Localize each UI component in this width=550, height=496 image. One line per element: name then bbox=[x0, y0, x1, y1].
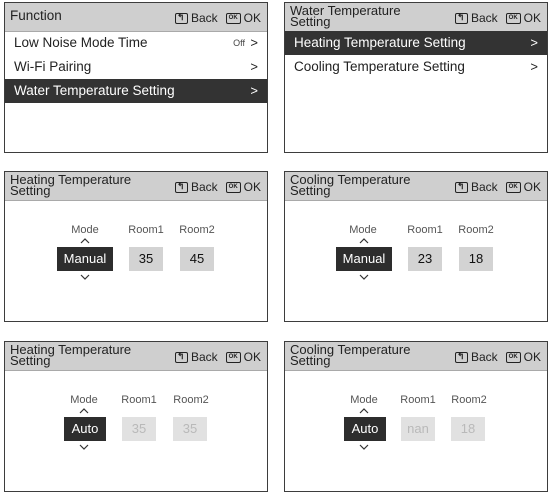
heating-manual-screen: Heating Temperature Setting ↰ Back OK OK… bbox=[4, 171, 268, 322]
room2-label: Room2 bbox=[179, 224, 215, 236]
mode-value[interactable]: Auto bbox=[344, 417, 386, 441]
softkeys: ↰ Back OK OK bbox=[454, 350, 541, 364]
menu-item-label: Low Noise Mode Time bbox=[14, 35, 148, 50]
cooling-auto-screen: Cooling Temperature Setting ↰ Back OK OK… bbox=[284, 341, 548, 492]
menu-item-cooling-temperature-setting[interactable]: Cooling Temperature Setting > bbox=[285, 55, 547, 79]
room1-value: 35 bbox=[122, 417, 156, 441]
room2-label: Room2 bbox=[451, 394, 487, 406]
menu-item-label: Water Temperature Setting bbox=[14, 83, 175, 98]
back-icon[interactable]: ↰ bbox=[174, 351, 188, 363]
cooling-manual-header: Cooling Temperature Setting ↰ Back OK OK bbox=[285, 172, 547, 201]
back-icon[interactable]: ↰ bbox=[454, 351, 468, 363]
menu-item-water-temperature-setting[interactable]: Water Temperature Setting > bbox=[5, 79, 267, 103]
room2-label: Room2 bbox=[173, 394, 209, 406]
softkeys: ↰ Back OK OK bbox=[454, 180, 541, 194]
chevron-right-icon: > bbox=[250, 35, 258, 50]
back-label[interactable]: Back bbox=[191, 180, 218, 194]
back-icon[interactable]: ↰ bbox=[454, 12, 468, 24]
chevron-down-icon[interactable] bbox=[79, 443, 89, 451]
back-icon[interactable]: ↰ bbox=[174, 12, 188, 24]
water-temp-header: Water Temperature Setting ↰ Back OK OK bbox=[285, 3, 547, 32]
mode-label: Mode bbox=[349, 224, 377, 236]
room2-value[interactable]: 18 bbox=[459, 247, 493, 271]
back-label[interactable]: Back bbox=[471, 350, 498, 364]
back-label[interactable]: Back bbox=[471, 180, 498, 194]
menu-item-value: Off bbox=[233, 38, 245, 48]
room2-label: Room2 bbox=[458, 224, 494, 236]
mode-label: Mode bbox=[70, 394, 98, 406]
back-icon[interactable]: ↰ bbox=[454, 181, 468, 193]
room1-value[interactable]: 23 bbox=[408, 247, 442, 271]
ok-icon[interactable]: OK bbox=[225, 12, 241, 24]
room1-label: Room1 bbox=[121, 394, 157, 406]
ok-icon[interactable]: OK bbox=[505, 12, 521, 24]
water-temp-title: Water Temperature Setting bbox=[290, 3, 401, 29]
room1-value: nan bbox=[401, 417, 435, 441]
softkeys: ↰ Back OK OK bbox=[174, 11, 261, 25]
water-temp-screen: Water Temperature Setting ↰ Back OK OK H… bbox=[284, 2, 548, 153]
room2-value[interactable]: 45 bbox=[180, 247, 214, 271]
menu-item-label: Heating Temperature Setting bbox=[294, 35, 466, 50]
heating-auto-screen: Heating Temperature Setting ↰ Back OK OK… bbox=[4, 341, 268, 492]
cooling-manual-title: Cooling Temperature Setting bbox=[290, 172, 411, 198]
back-label[interactable]: Back bbox=[471, 11, 498, 25]
ok-icon[interactable]: OK bbox=[505, 181, 521, 193]
menu-item-low-noise-mode-time[interactable]: Low Noise Mode Time Off > bbox=[5, 31, 267, 55]
softkeys: ↰ Back OK OK bbox=[174, 350, 261, 364]
chevron-up-icon[interactable] bbox=[80, 237, 90, 245]
cooling-auto-title: Cooling Temperature Setting bbox=[290, 342, 411, 368]
ok-label[interactable]: OK bbox=[244, 350, 261, 364]
mode-label: Mode bbox=[350, 394, 378, 406]
chevron-down-icon[interactable] bbox=[80, 273, 90, 281]
mode-value[interactable]: Auto bbox=[64, 417, 106, 441]
heating-manual-header: Heating Temperature Setting ↰ Back OK OK bbox=[5, 172, 267, 201]
heating-manual-title: Heating Temperature Setting bbox=[10, 172, 132, 198]
softkeys: ↰ Back OK OK bbox=[454, 11, 541, 25]
cooling-manual-screen: Cooling Temperature Setting ↰ Back OK OK… bbox=[284, 171, 548, 322]
function-screen: Function ↰ Back OK OK Low Noise Mode Tim… bbox=[4, 2, 268, 153]
mode-value[interactable]: Manual bbox=[336, 247, 392, 271]
ok-label[interactable]: OK bbox=[524, 180, 541, 194]
ok-label[interactable]: OK bbox=[524, 11, 541, 25]
chevron-up-icon[interactable] bbox=[79, 407, 89, 415]
menu-item-heating-temperature-setting[interactable]: Heating Temperature Setting > bbox=[285, 31, 547, 55]
menu-item-label: Cooling Temperature Setting bbox=[294, 59, 465, 74]
chevron-right-icon: > bbox=[250, 59, 258, 74]
mode-label: Mode bbox=[71, 224, 99, 236]
back-icon[interactable]: ↰ bbox=[174, 181, 188, 193]
chevron-right-icon: > bbox=[250, 83, 258, 98]
mode-value[interactable]: Manual bbox=[57, 247, 113, 271]
ok-icon[interactable]: OK bbox=[225, 181, 241, 193]
function-title: Function bbox=[10, 8, 62, 23]
back-label[interactable]: Back bbox=[191, 350, 218, 364]
ok-label[interactable]: OK bbox=[244, 11, 261, 25]
chevron-down-icon[interactable] bbox=[359, 273, 369, 281]
function-header: Function ↰ Back OK OK bbox=[5, 3, 267, 32]
ok-icon[interactable]: OK bbox=[505, 351, 521, 363]
softkeys: ↰ Back OK OK bbox=[174, 180, 261, 194]
ok-label[interactable]: OK bbox=[244, 180, 261, 194]
ok-icon[interactable]: OK bbox=[225, 351, 241, 363]
heating-auto-header: Heating Temperature Setting ↰ Back OK OK bbox=[5, 342, 267, 371]
menu-item-label: Wi-Fi Pairing bbox=[14, 59, 92, 74]
ok-label[interactable]: OK bbox=[524, 350, 541, 364]
room1-value[interactable]: 35 bbox=[129, 247, 163, 271]
chevron-up-icon[interactable] bbox=[359, 237, 369, 245]
chevron-up-icon[interactable] bbox=[359, 407, 369, 415]
room2-value: 35 bbox=[173, 417, 207, 441]
chevron-right-icon: > bbox=[530, 35, 538, 50]
chevron-right-icon: > bbox=[530, 59, 538, 74]
chevron-down-icon[interactable] bbox=[359, 443, 369, 451]
heating-auto-title: Heating Temperature Setting bbox=[10, 342, 132, 368]
room2-value: 18 bbox=[451, 417, 485, 441]
cooling-auto-header: Cooling Temperature Setting ↰ Back OK OK bbox=[285, 342, 547, 371]
back-label[interactable]: Back bbox=[191, 11, 218, 25]
menu-item-wifi-pairing[interactable]: Wi-Fi Pairing > bbox=[5, 55, 267, 79]
